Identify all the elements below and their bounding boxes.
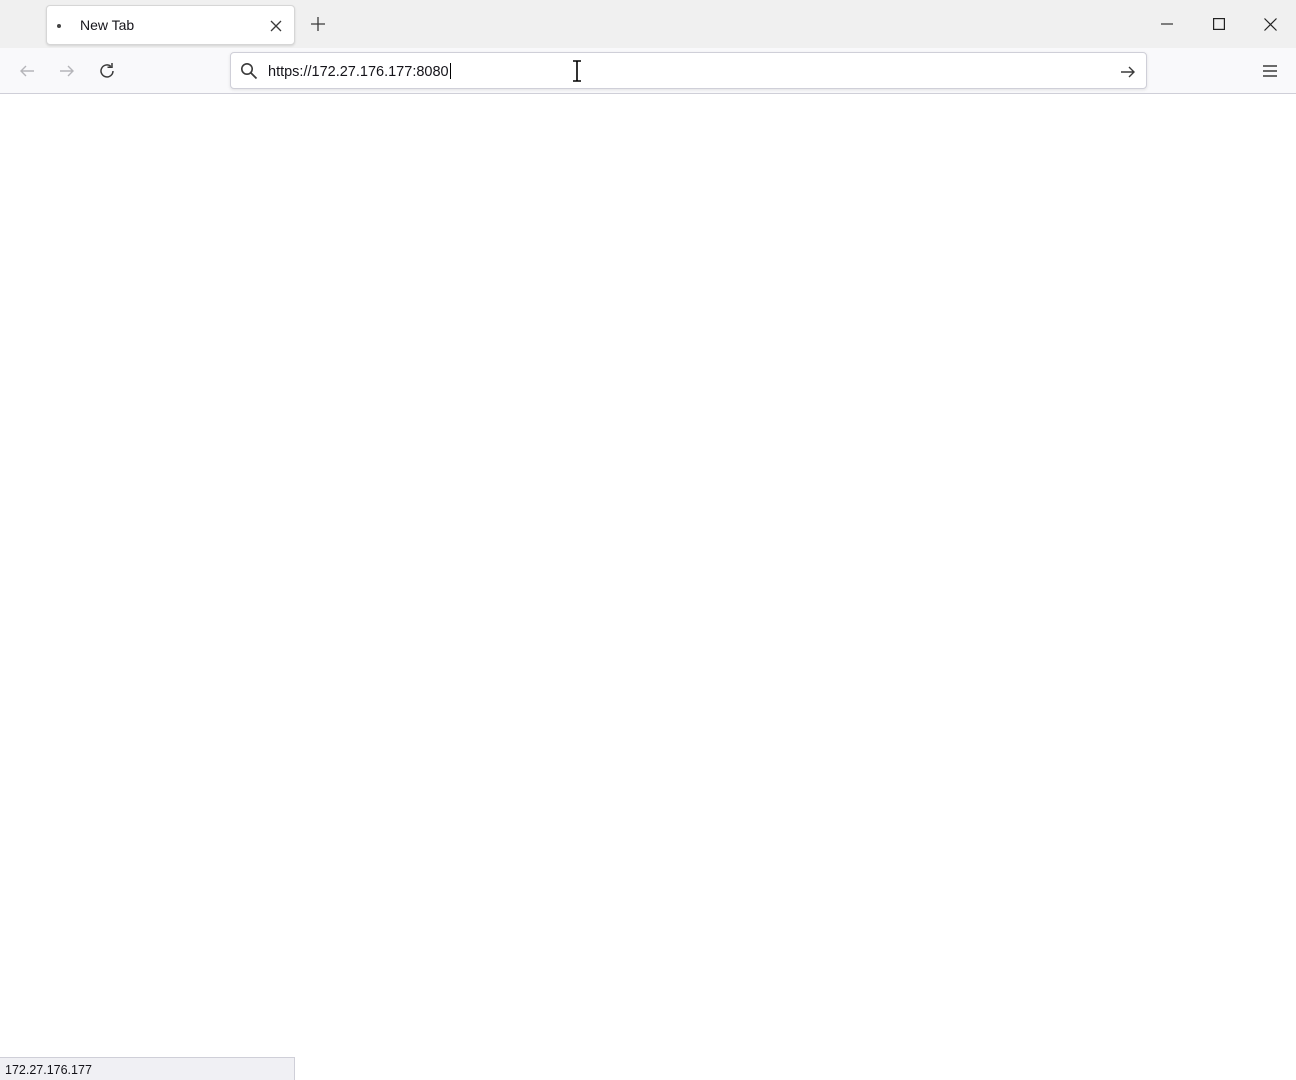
address-bar[interactable]: https://172.27.176.177:8080 <box>230 52 1147 89</box>
go-button[interactable] <box>1116 60 1140 84</box>
status-text: 172.27.176.177 <box>5 1063 92 1077</box>
reload-button[interactable] <box>94 58 120 84</box>
text-caret <box>449 63 451 79</box>
navigation-toolbar: https://172.27.176.177:8080 <box>0 48 1296 94</box>
dot-icon <box>57 24 61 28</box>
status-bar: 172.27.176.177 <box>0 1057 295 1080</box>
hamburger-menu-icon <box>1263 65 1277 77</box>
tab-new-tab[interactable]: New Tab <box>46 5 295 45</box>
close-icon <box>1263 17 1277 31</box>
close-icon[interactable] <box>266 16 286 36</box>
maximize-icon <box>1213 18 1225 30</box>
maximize-button[interactable] <box>1205 10 1233 38</box>
tab-title: New Tab <box>80 17 135 33</box>
reload-icon <box>100 63 114 78</box>
url-input[interactable]: https://172.27.176.177:8080 <box>268 63 451 80</box>
search-icon <box>241 63 258 80</box>
minimize-button[interactable] <box>1153 10 1181 38</box>
arrow-right-icon <box>1121 66 1135 78</box>
arrow-right-icon <box>60 65 74 77</box>
arrow-left-icon <box>20 65 34 77</box>
new-tab-button[interactable] <box>306 12 330 36</box>
forward-button[interactable] <box>54 58 80 84</box>
menu-button[interactable] <box>1258 58 1282 84</box>
back-button[interactable] <box>14 58 40 84</box>
plus-icon <box>311 17 325 31</box>
url-value: https://172.27.176.177:8080 <box>268 64 449 80</box>
text-cursor-icon <box>573 60 581 82</box>
title-bar: New Tab <box>0 0 1296 48</box>
minimize-icon <box>1161 23 1173 25</box>
window-close-button[interactable] <box>1256 10 1284 38</box>
page-content <box>0 95 1296 1080</box>
